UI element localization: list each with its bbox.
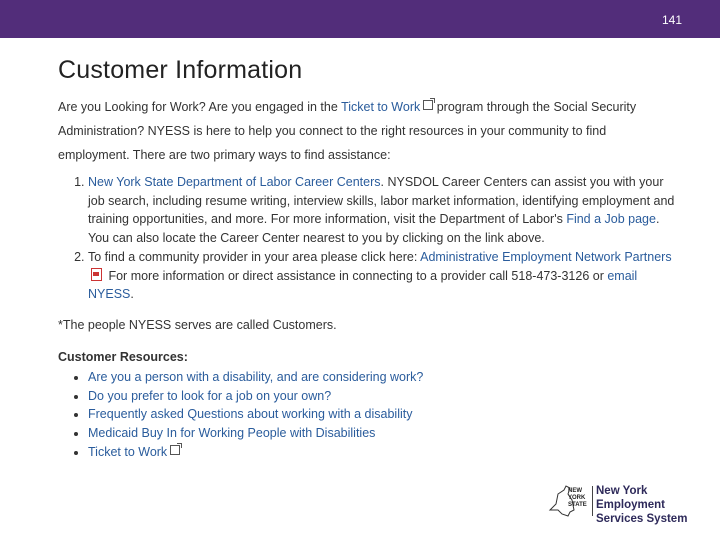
step-text: . [130, 287, 134, 302]
pdf-icon [91, 267, 102, 281]
ny-state-text: NEW YORK STATE [568, 488, 587, 508]
main-content: Customer Information Are you Looking for… [58, 56, 678, 461]
list-item: Do you prefer to look for a job on your … [88, 387, 678, 406]
list-item: Frequently asked Questions about working… [88, 405, 678, 424]
page-title: Customer Information [58, 56, 303, 84]
logo-name: New York Employment Services System [596, 485, 688, 525]
resource-link[interactable]: Are you a person with a disability, and … [88, 370, 423, 384]
intro-paragraph: Are you Looking for Work? Are you engage… [58, 95, 678, 167]
step-item: New York State Department of Labor Caree… [88, 173, 678, 248]
nysdol-career-centers-link[interactable]: New York State Department of Labor Caree… [88, 175, 381, 189]
step-text: For more information or direct assistanc… [105, 268, 608, 283]
assistance-steps: New York State Department of Labor Caree… [58, 173, 678, 304]
step-item: To find a community provider in your are… [88, 248, 678, 304]
list-item: Medicaid Buy In for Working People with … [88, 424, 678, 443]
step-text: To find a community provider in your are… [88, 249, 421, 264]
resource-link[interactable]: Do you prefer to look for a job on your … [88, 389, 331, 403]
intro-text-1: Are you Looking for Work? Are you engage… [58, 100, 342, 114]
find-a-job-link[interactable]: Find a Job page [566, 212, 656, 226]
admin-en-partners-link[interactable]: Administrative Employment Network Partne… [420, 250, 671, 264]
resources-title: Customer Resources: [58, 349, 188, 364]
nyess-logo: NEW YORK STATE New York Employment Servi… [548, 484, 708, 525]
external-link-icon [423, 98, 436, 110]
header-bar: 141 [0, 0, 720, 38]
list-item: Are you a person with a disability, and … [88, 368, 678, 387]
external-link-icon [170, 442, 183, 455]
logo-divider [592, 486, 593, 516]
resource-link[interactable]: Ticket to Work [88, 445, 167, 459]
resources-list: Are you a person with a disability, and … [58, 368, 678, 462]
list-item: Ticket to Work [88, 442, 678, 462]
resource-link[interactable]: Medicaid Buy In for Working People with … [88, 426, 375, 440]
customer-note: *The people NYESS serves are called Cust… [58, 317, 337, 332]
slide-number: 141 [661, 13, 682, 27]
ticket-to-work-link[interactable]: Ticket to Work [341, 100, 420, 114]
resource-link[interactable]: Frequently asked Questions about working… [88, 407, 412, 421]
